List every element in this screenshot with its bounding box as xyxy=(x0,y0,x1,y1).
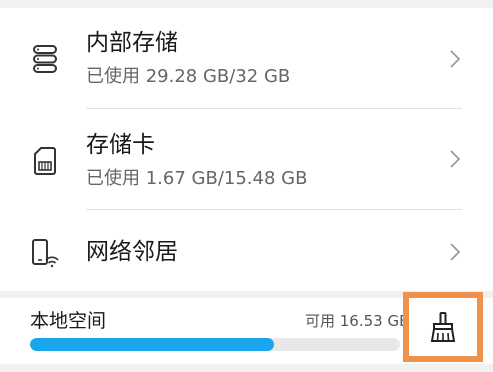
internal-storage-icon xyxy=(30,44,60,74)
internal-storage-usage: 已使用 29.28 GB/32 GB xyxy=(86,66,291,87)
sd-card-item[interactable]: 存储卡 已使用 1.67 GB/15.48 GB xyxy=(0,109,493,209)
available-space-text: 可用 16.53 GB xyxy=(305,312,405,330)
storage-usage-bar xyxy=(30,338,400,351)
clean-button[interactable] xyxy=(403,292,483,362)
internal-storage-title: 内部存储 xyxy=(86,30,178,56)
local-space-label: 本地空间 xyxy=(30,310,107,332)
internal-storage-item[interactable]: 内部存储 已使用 29.28 GB/32 GB xyxy=(0,8,493,108)
network-neighbor-title: 网络邻居 xyxy=(86,239,178,265)
network-neighbor-item[interactable]: 网络邻居 xyxy=(0,210,493,291)
sd-card-usage: 已使用 1.67 GB/15.48 GB xyxy=(86,168,308,189)
chevron-right-icon xyxy=(450,50,461,68)
chevron-right-icon xyxy=(450,150,461,168)
chevron-right-icon xyxy=(450,243,461,261)
broom-icon xyxy=(430,312,456,342)
storage-list: 内部存储 已使用 29.28 GB/32 GB 存储卡 已使用 1.67 GB/… xyxy=(0,8,493,291)
sd-card-icon xyxy=(30,146,60,176)
storage-usage-fill xyxy=(30,338,275,351)
network-neighbor-icon xyxy=(30,238,60,268)
sd-card-title: 存储卡 xyxy=(86,132,155,158)
